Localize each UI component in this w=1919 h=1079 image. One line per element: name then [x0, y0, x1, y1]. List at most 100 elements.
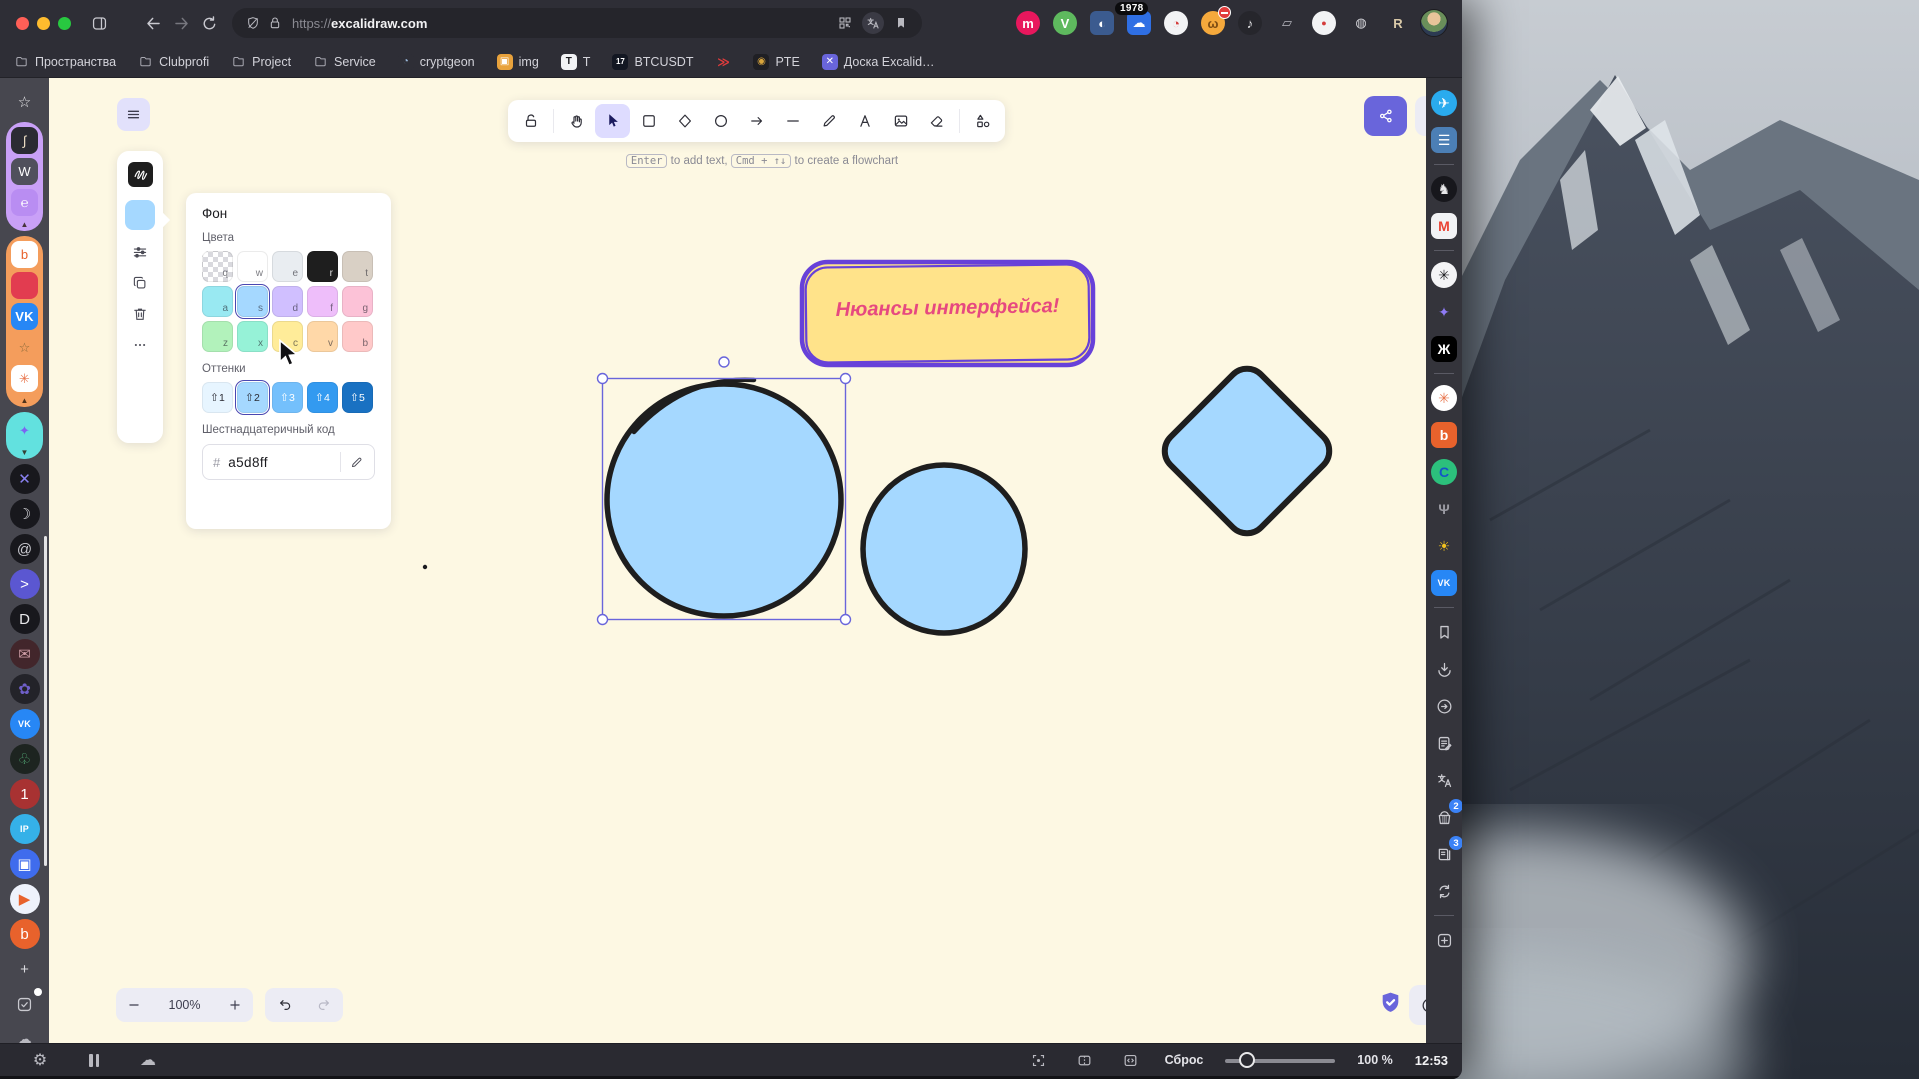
tab-one[interactable]: 1: [10, 779, 40, 809]
shade-swatch-1[interactable]: ⇧1: [202, 382, 233, 413]
ext-record-icon[interactable]: ●: [1312, 11, 1336, 35]
shade-swatch-4[interactable]: ⇧4: [307, 382, 338, 413]
ext-blob-icon[interactable]: ◍: [1349, 11, 1373, 35]
opacity-sliders-icon[interactable]: [131, 243, 149, 261]
tab-tree[interactable]: ♧: [10, 744, 40, 774]
tab-chevron[interactable]: >: [10, 569, 40, 599]
tab-b-white[interactable]: b: [11, 241, 38, 268]
sidebar-toggle-icon[interactable]: [85, 9, 113, 37]
gemini-icon[interactable]: ✦: [1431, 299, 1457, 325]
color-swatch-w[interactable]: w: [237, 251, 268, 282]
sun-app-icon[interactable]: ☀: [1431, 533, 1457, 559]
rectangle-tool[interactable]: [631, 104, 666, 138]
sidebar-list-icon[interactable]: ☰: [1431, 127, 1457, 153]
url-text[interactable]: https://excalidraw.com: [292, 16, 427, 31]
bm-excalidraw-board[interactable]: ✕Доска Excalid…: [822, 54, 935, 70]
color-swatch-z[interactable]: z: [202, 321, 233, 352]
shapes-tool[interactable]: [965, 104, 1000, 138]
vk-app-icon[interactable]: VK: [1431, 570, 1457, 596]
shade-swatch-2[interactable]: ⇧2: [237, 382, 268, 413]
traffic-light-fullscreen[interactable]: [58, 17, 71, 30]
color-swatch-a[interactable]: a: [202, 286, 233, 317]
b-app-icon[interactable]: b: [1431, 422, 1457, 448]
moth-app-icon[interactable]: Ψ: [1431, 496, 1457, 522]
bookmark-icon[interactable]: [890, 12, 912, 34]
basket-tool-icon[interactable]: 2: [1431, 804, 1457, 830]
translate-tool-icon[interactable]: [1431, 767, 1457, 793]
color-swatch-x[interactable]: x: [237, 321, 268, 352]
color-swatch-e[interactable]: e: [272, 251, 303, 282]
bm-red-arrows[interactable]: ≫: [715, 54, 731, 70]
split-view-icon[interactable]: [1073, 1048, 1097, 1072]
color-swatch-b[interactable]: b: [342, 321, 373, 352]
c-app-icon[interactable]: C: [1431, 459, 1457, 485]
eagle-app-icon[interactable]: ♞: [1431, 176, 1457, 202]
qr-code-icon[interactable]: [834, 12, 856, 34]
shade-swatch-3[interactable]: ⇧3: [272, 382, 303, 413]
tab-red-dot[interactable]: [11, 272, 38, 299]
tab-group-cyan-arrow[interactable]: ▼: [21, 448, 29, 457]
color-swatch-q[interactable]: q: [202, 251, 233, 282]
notes-tool-icon[interactable]: [1431, 730, 1457, 756]
bm-service[interactable]: Service: [313, 54, 376, 69]
color-swatch-d[interactable]: d: [272, 286, 303, 317]
arrow-tool[interactable]: [739, 104, 774, 138]
tab-monitor[interactable]: ▣: [10, 849, 40, 879]
tab-strip-scrollbar[interactable]: [44, 536, 47, 866]
menu-button[interactable]: [117, 98, 150, 131]
bm-btcusdt[interactable]: 17BTCUSDT: [612, 54, 693, 70]
translate-icon[interactable]: [862, 12, 884, 34]
background-color-swatch[interactable]: [125, 200, 155, 230]
tab-mail[interactable]: ✉: [10, 639, 40, 669]
bm-t[interactable]: TT: [561, 54, 591, 70]
focus-icon[interactable]: [1027, 1048, 1051, 1072]
traffic-light-minimize[interactable]: [37, 17, 50, 30]
pinned-star[interactable]: ☆: [10, 87, 40, 117]
tab-group-orange[interactable]: bVK☆✳▲: [6, 236, 43, 407]
hex-value[interactable]: a5d8ff: [228, 455, 332, 470]
reset-label[interactable]: Сброс: [1165, 1053, 1204, 1067]
reader-tool-icon[interactable]: 3: [1431, 841, 1457, 867]
line-tool[interactable]: [775, 104, 810, 138]
user-avatar[interactable]: [1420, 9, 1448, 37]
code-icon[interactable]: [1119, 1048, 1143, 1072]
more-options-icon[interactable]: [131, 336, 149, 354]
tasks-checkbox[interactable]: [10, 989, 40, 1019]
stroke-color-swatch[interactable]: [128, 162, 153, 187]
color-swatch-v[interactable]: v: [307, 321, 338, 352]
tab-ip[interactable]: IP: [10, 814, 40, 844]
tab-play[interactable]: ▶: [10, 884, 40, 914]
zoom-slider-thumb[interactable]: [1239, 1052, 1255, 1068]
bm-clubprofi[interactable]: Clubprofi: [138, 54, 209, 69]
address-bar[interactable]: https://excalidraw.com: [232, 8, 922, 38]
ext-green-v-icon[interactable]: V: [1053, 11, 1077, 35]
bm-prostranstva[interactable]: Пространства: [14, 54, 116, 69]
tab-at[interactable]: @: [10, 534, 40, 564]
duplicate-icon[interactable]: [131, 274, 149, 292]
weather-cloud[interactable]: ☁: [10, 1024, 40, 1043]
bm-cryptgeon[interactable]: ◔cryptgeon: [398, 54, 475, 70]
bm-img[interactable]: ▣img: [497, 54, 539, 70]
new-tab-plus[interactable]: +: [10, 954, 40, 984]
swirl-app-icon[interactable]: ✳: [1431, 385, 1457, 411]
bm-pte[interactable]: ◉PTE: [753, 54, 799, 70]
tab-bird[interactable]: ☽: [10, 499, 40, 529]
tab-search[interactable]: ℮: [11, 189, 38, 216]
tab-group-orange-arrow[interactable]: ▲: [21, 396, 29, 405]
reload-icon[interactable]: [195, 9, 223, 37]
tab-gemini[interactable]: ✦: [11, 417, 38, 444]
image-tool[interactable]: [883, 104, 918, 138]
ext-m-icon[interactable]: m: [1016, 11, 1040, 35]
diamond-tool[interactable]: [667, 104, 702, 138]
ext-ring-icon[interactable]: ◔: [1164, 11, 1188, 35]
tab-excalidraw[interactable]: ✕: [10, 464, 40, 494]
zoom-level[interactable]: 100%: [152, 998, 217, 1012]
share-button[interactable]: [1364, 96, 1407, 136]
text-tool[interactable]: [847, 104, 882, 138]
ext-cat-icon[interactable]: ω: [1201, 11, 1225, 35]
tab-swirl[interactable]: ✳: [11, 365, 38, 392]
downloads-tool-icon[interactable]: [1431, 656, 1457, 682]
traffic-light-close[interactable]: [16, 17, 29, 30]
pause-icon[interactable]: [82, 1048, 106, 1072]
color-swatch-g[interactable]: g: [342, 286, 373, 317]
